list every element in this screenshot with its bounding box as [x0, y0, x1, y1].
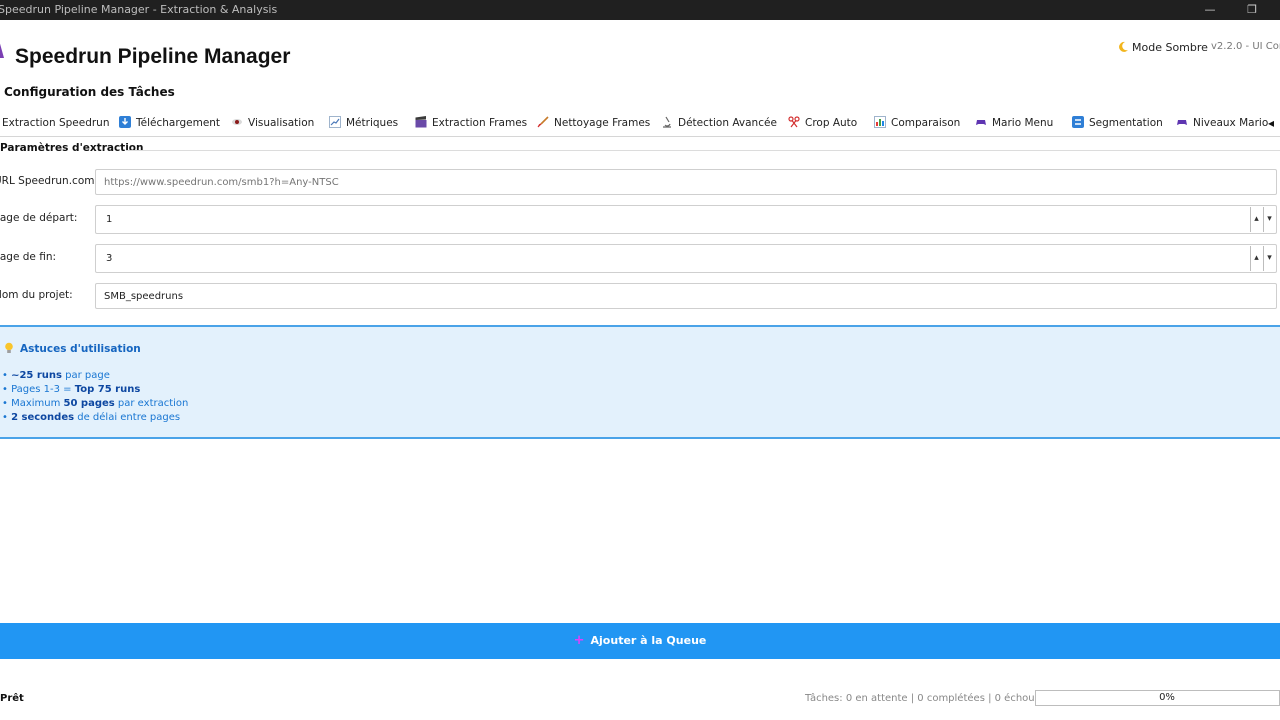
bar-chart-icon	[874, 116, 886, 128]
extraction-params-group: Paramètres d'extraction URL Speedrun.com…	[0, 140, 1280, 320]
progress-bar: 0%	[1035, 690, 1280, 706]
app-title: Speedrun Pipeline Manager	[15, 45, 291, 68]
section-title: Configuration des Tâches	[4, 85, 175, 99]
moon-icon	[1119, 41, 1128, 52]
tab-visualisation[interactable]: Visualisation	[231, 110, 314, 136]
dark-mode-label: Mode Sombre	[1132, 41, 1208, 54]
end-page-decrement-button[interactable]: ▾	[1263, 246, 1275, 271]
dark-mode-toggle[interactable]: Mode Sombre	[1117, 41, 1208, 54]
tab-label: Nettoyage Frames	[554, 117, 651, 129]
tab-label: Visualisation	[248, 117, 315, 129]
task-tabs: Extraction Speedrun Téléchargement Visua…	[0, 110, 1280, 136]
lightbulb-icon	[5, 342, 13, 353]
tab-telechargement[interactable]: Téléchargement	[119, 110, 220, 136]
tips-panel: Astuces d'utilisation • ~25 runs par pag…	[0, 325, 1280, 439]
add-to-queue-button[interactable]: + Ajouter à la Queue	[0, 623, 1280, 659]
tab-nettoyage-frames[interactable]: Nettoyage Frames	[537, 110, 650, 136]
tabs-divider	[0, 136, 1280, 137]
tip-line: • ~25 runs par page	[2, 370, 110, 381]
project-name-input[interactable]	[95, 283, 1277, 309]
tab-segmentation[interactable]: Segmentation	[1072, 110, 1163, 136]
group-title: Paramètres d'extraction	[0, 142, 144, 154]
download-icon	[119, 116, 131, 128]
end-page-value: 3	[106, 253, 113, 264]
chart-icon	[329, 116, 341, 128]
tab-label: Crop Auto	[805, 117, 858, 129]
brush-icon	[537, 116, 549, 128]
tip-line: • 2 secondes de délai entre pages	[2, 412, 181, 423]
start-page-label: Page de départ:	[0, 212, 78, 224]
scissors-icon	[788, 116, 800, 128]
project-name-label: Nom du projet:	[0, 289, 73, 301]
tab-label: Comparaison	[891, 117, 961, 129]
url-label: URL Speedrun.com:	[0, 175, 99, 187]
tab-label: Niveaux Mario	[1193, 117, 1269, 129]
tab-label: Mario Menu	[992, 117, 1054, 129]
start-page-value: 1	[106, 214, 113, 225]
tab-mario-menu[interactable]: Mario Menu	[975, 110, 1053, 136]
tab-label: Métriques	[346, 117, 399, 129]
status-bar: Prêt Tâches: 0 en attente | 0 complétées…	[0, 690, 1280, 710]
clapper-icon	[415, 116, 427, 128]
version-label: v2.2.0 - UI Comp	[1211, 41, 1280, 52]
window-title: Speedrun Pipeline Manager - Extraction &…	[0, 3, 278, 16]
tips-title: Astuces d'utilisation	[20, 343, 141, 355]
progress-label: 0%	[1159, 692, 1175, 703]
eye-icon	[232, 119, 242, 125]
group-divider	[126, 150, 1280, 151]
tips-header: Astuces d'utilisation	[4, 342, 141, 355]
tab-metriques[interactable]: Métriques	[329, 110, 398, 136]
tab-extraction-frames[interactable]: Extraction Frames	[415, 110, 527, 136]
url-input[interactable]	[95, 169, 1277, 195]
tab-label: Extraction Speedrun	[2, 117, 110, 129]
start-page-decrement-button[interactable]: ▾	[1263, 207, 1275, 232]
microscope-icon	[663, 116, 671, 128]
start-page-increment-button[interactable]: ▴	[1250, 207, 1262, 232]
tab-extraction-speedrun[interactable]: Extraction Speedrun	[2, 110, 109, 136]
task-counts: Tâches: 0 en attente | 0 complétées | 0 …	[805, 693, 1053, 704]
gamepad-icon	[976, 120, 986, 125]
tip-line: • Pages 1-3 = Top 75 runs	[2, 384, 141, 395]
add-to-queue-label: Ajouter à la Queue	[590, 634, 707, 647]
end-page-spinbox[interactable]: 3 ▴ ▾	[95, 244, 1277, 273]
tab-crop-auto[interactable]: Crop Auto	[788, 110, 857, 136]
tip-line: • Maximum 50 pages par extraction	[2, 398, 189, 409]
tab-niveaux-mario[interactable]: Niveaux Mario	[1176, 110, 1268, 136]
segment-icon	[1072, 116, 1084, 128]
tab-scroll-left-button[interactable]: ◂	[1268, 110, 1280, 136]
restore-button[interactable]: ❐	[1238, 0, 1266, 20]
tab-label: Extraction Frames	[432, 117, 528, 129]
tab-label: Téléchargement	[136, 117, 221, 129]
tab-label: Segmentation	[1089, 117, 1163, 129]
tab-detection-avancee[interactable]: Détection Avancée	[661, 110, 777, 136]
end-page-label: Page de fin:	[0, 251, 57, 263]
tab-label: Détection Avancée	[678, 117, 777, 129]
end-page-increment-button[interactable]: ▴	[1250, 246, 1262, 271]
tab-comparaison[interactable]: Comparaison	[874, 110, 960, 136]
status-ready: Prêt	[0, 693, 24, 704]
plus-icon: +	[573, 633, 585, 648]
gamepad-icon	[1177, 120, 1187, 125]
minimize-button[interactable]: —	[1196, 0, 1224, 20]
app-header: Speedrun Pipeline Manager Mode Sombre v2…	[0, 20, 1280, 80]
app-logo-icon	[0, 43, 4, 58]
window-titlebar: Speedrun Pipeline Manager - Extraction &…	[0, 0, 1280, 20]
start-page-spinbox[interactable]: 1 ▴ ▾	[95, 205, 1277, 234]
